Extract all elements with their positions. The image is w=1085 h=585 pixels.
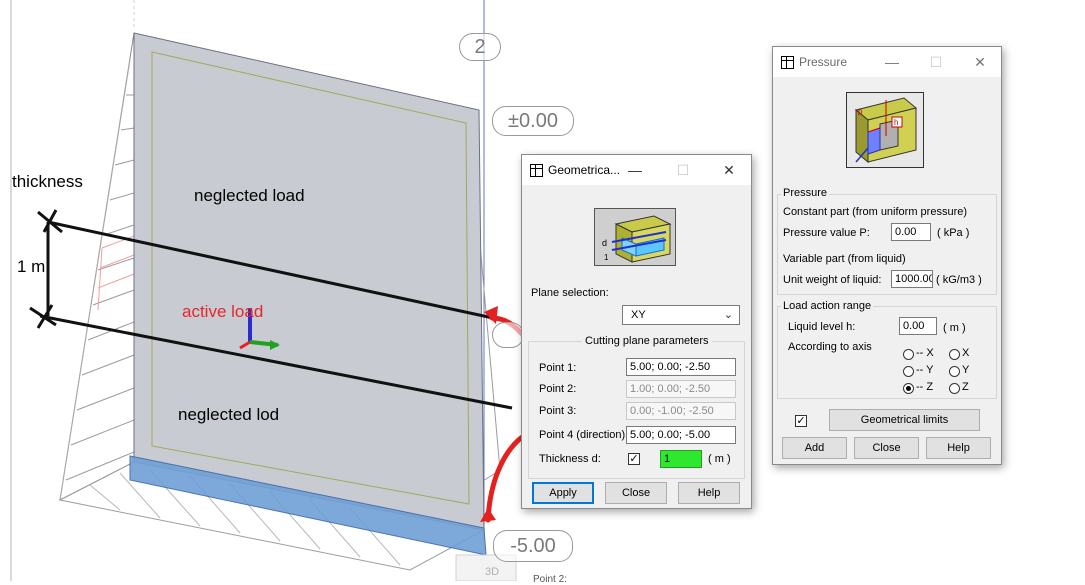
- point3-field: 0.00; -1.00; -2.50: [626, 402, 736, 420]
- point1-field[interactable]: 5.00; 0.00; -2.50: [626, 358, 736, 376]
- point3-label: Point 3:: [539, 405, 577, 417]
- close-icon[interactable]: ✕: [969, 52, 991, 72]
- load-range-group-title: Load action range: [781, 300, 874, 312]
- dialog-title: Geometrica...: [548, 163, 621, 177]
- tab-3d-label: 3D: [485, 566, 500, 578]
- minimize-button[interactable]: —: [881, 52, 903, 72]
- axis-minus-y-label: -- Y: [916, 364, 934, 376]
- point2-label: Point 2:: [539, 383, 577, 395]
- load-diagram-left: [59, 32, 135, 501]
- close-icon[interactable]: ✕: [718, 160, 740, 180]
- active-load-annotation: active load: [182, 302, 264, 321]
- maximize-button: ☐: [676, 162, 690, 178]
- cutting-plane-group-title: Cutting plane parameters: [582, 335, 712, 347]
- point2-field: 1.00; 0.00; -2.50: [626, 380, 736, 398]
- point4-label: Point 4 (direction):: [539, 429, 629, 441]
- dialog-app-icon: [530, 164, 543, 177]
- close-button[interactable]: Close: [854, 437, 919, 459]
- thickness-annotation: thickness: [12, 172, 83, 191]
- dialog-titlebar[interactable]: Geometrica... — ☐ ✕: [522, 155, 751, 185]
- help-button[interactable]: Help: [678, 482, 740, 504]
- svg-text:1: 1: [604, 253, 609, 262]
- unit-weight-label: Unit weight of liquid:: [783, 274, 882, 286]
- geometrical-limits-checkbox[interactable]: ✓: [795, 415, 807, 427]
- bottom-partial-text: Point 2:: [533, 574, 567, 585]
- level-bubble-partial: [492, 322, 524, 348]
- add-button[interactable]: Add: [782, 437, 847, 459]
- axis-y-label: Y: [962, 364, 970, 376]
- axis-x-radio[interactable]: [949, 349, 960, 360]
- variable-part-label: Variable part (from liquid): [783, 253, 906, 265]
- plane-selection-value: XY: [631, 309, 646, 321]
- thickness-label: Thickness d:: [539, 453, 601, 465]
- liquid-level-field[interactable]: 0.00: [899, 317, 937, 335]
- liquid-level-label: Liquid level h:: [788, 321, 856, 333]
- pressure-dialog[interactable]: Pressure — ☐ ✕ p h Pressure Constant par…: [772, 46, 1002, 465]
- liquid-level-unit: ( m ): [943, 322, 966, 334]
- help-button[interactable]: Help: [926, 437, 991, 459]
- axis-z-radio[interactable]: [949, 383, 960, 394]
- neglected-load-top-annotation: neglected load: [194, 186, 305, 205]
- dialog-title: Pressure: [799, 55, 848, 69]
- thickness-checkbox[interactable]: ✓: [628, 453, 640, 465]
- one-meter-annotation: 1 m: [17, 257, 46, 276]
- svg-text:d: d: [602, 238, 607, 248]
- axis-minus-y-radio[interactable]: [903, 366, 914, 377]
- axis-minus-x-radio[interactable]: [903, 349, 914, 360]
- unit-weight-unit: ( kG/m3 ): [936, 274, 982, 286]
- according-axis-label: According to axis: [788, 341, 872, 353]
- axis-y-radio[interactable]: [949, 366, 960, 377]
- plane-selection-label: Plane selection:: [531, 287, 609, 299]
- minimize-button[interactable]: —: [624, 160, 646, 180]
- unit-weight-field[interactable]: 1000.00: [891, 270, 933, 288]
- axis-z-label: Z: [962, 381, 969, 393]
- level-bubble-000: ±0.00: [492, 106, 574, 136]
- axis-minus-x-label: -- X: [916, 347, 934, 359]
- axis-x-label: X: [962, 347, 970, 359]
- close-button[interactable]: Close: [605, 482, 667, 504]
- level-bubble-2: 2: [459, 33, 501, 61]
- pressure-illustration: p h: [846, 92, 924, 168]
- svg-text:h: h: [894, 118, 898, 127]
- neglected-load-bottom-annotation: neglected lod: [178, 405, 280, 424]
- maximize-button: ☐: [929, 54, 943, 70]
- apply-button[interactable]: Apply: [532, 482, 594, 504]
- thickness-unit: ( m ): [708, 453, 731, 465]
- wall-panel[interactable]: [133, 32, 485, 531]
- thickness-field[interactable]: 1: [660, 450, 702, 468]
- pressure-unit: ( kPa ): [937, 227, 970, 239]
- dialog-titlebar[interactable]: Pressure — ☐ ✕: [773, 47, 1001, 77]
- constant-part-label: Constant part (from uniform pressure): [783, 206, 968, 218]
- dialog-app-icon: [781, 56, 794, 69]
- point4-field[interactable]: 5.00; 0.00; -5.00: [626, 426, 736, 444]
- pressure-value-label: Pressure value P:: [783, 227, 870, 239]
- chevron-down-icon[interactable]: ⌄: [724, 306, 733, 324]
- cutting-plane-illustration: d 1: [594, 208, 676, 266]
- geometrical-limits-button[interactable]: Geometrical limits: [829, 409, 980, 431]
- geometrical-limits-dialog[interactable]: Geometrica... — ☐ ✕ d 1 Plane selection:…: [521, 154, 752, 509]
- axis-minus-z-radio[interactable]: [903, 383, 914, 394]
- level-bubble-500: -5.00: [493, 530, 573, 562]
- svg-text:p: p: [858, 107, 863, 116]
- point1-label: Point 1:: [539, 362, 577, 374]
- plane-selection-dropdown[interactable]: XY ⌄: [622, 305, 740, 325]
- pressure-group-title: Pressure: [781, 187, 830, 199]
- axis-minus-z-label: -- Z: [916, 381, 934, 393]
- pressure-value-field[interactable]: 0.00: [891, 223, 931, 241]
